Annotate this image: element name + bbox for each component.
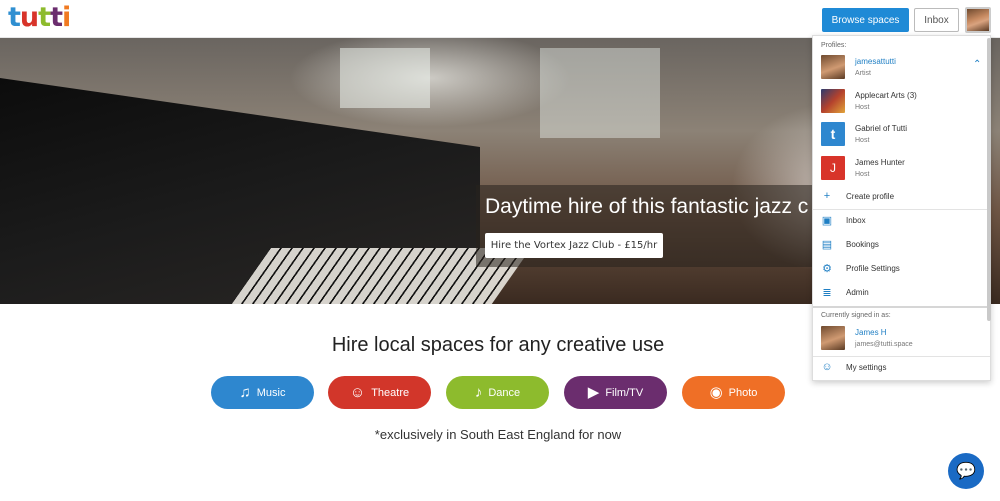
create-profile-item[interactable]: + Create profile <box>821 189 986 207</box>
profile-role: Host <box>855 104 870 111</box>
category-dance-button[interactable]: ♪ Dance <box>446 376 549 409</box>
menu-label: Inbox <box>846 216 866 225</box>
category-label: Music <box>256 386 286 399</box>
theatre-masks-icon: ☺ <box>349 384 366 401</box>
gear-icon: ⚙ <box>822 263 832 275</box>
region-note: *exclusively in South East England for n… <box>374 427 622 442</box>
database-icon: ≣ <box>822 287 832 299</box>
category-label: Photo <box>728 386 758 399</box>
inbox-icon: ▣ <box>821 215 833 227</box>
category-photo-button[interactable]: ◉ Photo <box>682 376 785 409</box>
menu-item-profile-settings[interactable]: ⚙ Profile Settings <box>821 261 986 279</box>
film-icon: ▶ <box>587 384 600 401</box>
profile-item-jamesattutti[interactable]: jamesattutti Artist ⌃ <box>821 55 986 81</box>
category-theatre-button[interactable]: ☺ Theatre <box>328 376 431 409</box>
signed-in-label: Currently signed in as: <box>821 312 891 319</box>
category-label: Theatre <box>371 386 410 399</box>
menu-label: Profile Settings <box>846 264 900 273</box>
divider <box>813 356 990 357</box>
hero-caption-title: Daytime hire of this fantastic jazz c <box>485 195 809 218</box>
user-avatar-button[interactable] <box>965 7 991 33</box>
category-music-button[interactable]: ♫ Music <box>211 376 314 409</box>
menu-label: Admin <box>846 288 869 297</box>
category-label: Dance <box>488 386 521 399</box>
profile-name: Gabriel of Tutti <box>855 124 908 133</box>
profile-item-applecart-arts[interactable]: Applecart Arts (3) Host <box>821 89 986 115</box>
dance-icon: ♪ <box>474 384 483 401</box>
profile-item-james-hunter[interactable]: J James Hunter Host <box>821 156 986 182</box>
hero-window <box>340 48 430 108</box>
profile-name: jamesattutti <box>855 57 896 66</box>
avatar <box>821 55 845 79</box>
avatar: t <box>821 122 845 146</box>
profile-dropdown-menu: Profiles: jamesattutti Artist ⌃ Applecar… <box>812 35 991 381</box>
logo-letter: t <box>38 2 51 33</box>
camera-icon: ◉ <box>709 384 723 401</box>
logo-letter: t <box>50 2 63 33</box>
profile-item-gabriel-of-tutti[interactable]: t Gabriel of Tutti Host <box>821 122 986 148</box>
menu-label: Create profile <box>846 192 895 201</box>
hire-venue-button[interactable]: Hire the Vortex Jazz Club - £15/hr <box>485 233 663 258</box>
menu-label: My settings <box>846 363 887 372</box>
inbox-button[interactable]: Inbox <box>914 8 959 32</box>
music-icon: ♫ <box>239 384 251 401</box>
profile-role: Host <box>855 171 870 178</box>
profile-name: James Hunter <box>855 158 905 167</box>
user-name: James H <box>855 328 887 337</box>
browse-spaces-button[interactable]: Browse spaces <box>822 8 909 32</box>
category-label: Film/TV <box>605 386 644 399</box>
hero-caption: Daytime hire of this fantastic jazz c Hi… <box>476 185 816 267</box>
current-user: James H james@tutti.space <box>821 326 986 352</box>
chat-bubble-icon: 💬 <box>956 463 976 480</box>
category-film-tv-button[interactable]: ▶ Film/TV <box>564 376 667 409</box>
chat-button[interactable]: 💬 <box>948 453 984 489</box>
menu-item-bookings[interactable]: ▤ Bookings <box>821 237 986 255</box>
chevron-up-icon[interactable]: ⌃ <box>973 59 981 70</box>
top-navigation-bar: tutti Browse spaces Inbox <box>0 0 1000 38</box>
logo-letter: t <box>8 2 21 33</box>
profile-name: Applecart Arts (3) <box>855 91 917 100</box>
avatar <box>821 326 845 350</box>
profile-role: Artist <box>855 70 871 77</box>
divider <box>813 209 990 210</box>
hero-window <box>540 48 660 138</box>
logo-letter: u <box>19 2 39 33</box>
menu-item-admin[interactable]: ≣ Admin <box>821 285 986 303</box>
user-settings-icon: ☺ <box>821 361 833 373</box>
dropdown-scrollbar[interactable] <box>987 38 991 321</box>
plus-icon: + <box>823 190 831 202</box>
logo-letter: i <box>62 2 71 33</box>
menu-item-my-settings[interactable]: ☺ My settings <box>821 360 986 378</box>
profiles-label: Profiles: <box>821 42 847 49</box>
calendar-icon: ▤ <box>821 239 833 251</box>
menu-label: Bookings <box>846 240 879 249</box>
avatar: J <box>821 156 845 180</box>
user-email: james@tutti.space <box>855 341 913 348</box>
profile-role: Host <box>855 137 870 144</box>
tutti-logo[interactable]: tutti <box>8 2 71 34</box>
divider <box>813 306 990 308</box>
avatar <box>821 89 845 113</box>
category-buttons: ♫ Music ☺ Theatre ♪ Dance ▶ Film/TV ◉ Ph… <box>211 376 791 410</box>
menu-item-inbox[interactable]: ▣ Inbox <box>821 213 986 231</box>
